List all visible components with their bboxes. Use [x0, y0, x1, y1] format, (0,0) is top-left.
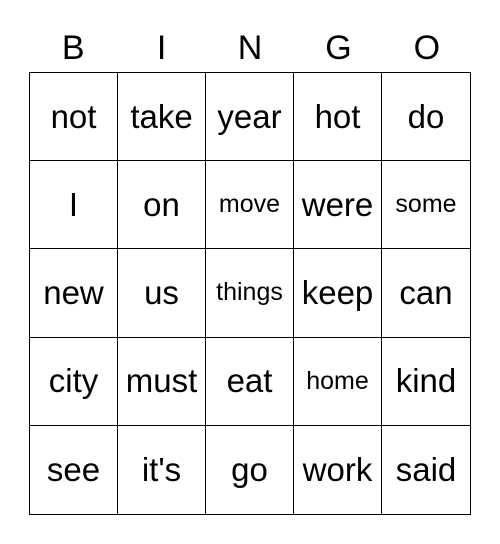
header-letter-i: I [156, 29, 167, 67]
bingo-cell[interactable]: things [206, 249, 294, 338]
bingo-cell[interactable]: work [294, 425, 382, 514]
bingo-cell[interactable]: city [30, 337, 118, 426]
bingo-cell[interactable]: us [118, 249, 206, 338]
bingo-cell[interactable]: were [294, 161, 382, 250]
bingo-cell[interactable]: must [118, 337, 206, 426]
header-letter-b: B [61, 29, 85, 67]
bingo-cell[interactable]: I [30, 161, 118, 250]
bingo-cell[interactable]: go [206, 425, 294, 514]
bingo-cell[interactable]: can [382, 249, 470, 338]
bingo-cell[interactable]: move [206, 161, 294, 250]
bingo-cell[interactable]: it's [118, 425, 206, 514]
bingo-cell[interactable]: take [118, 73, 206, 162]
bingo-cell[interactable]: on [118, 161, 206, 250]
bingo-cell[interactable]: year [206, 73, 294, 162]
bingo-grid: not take year hot do Ion move were some new us thin… [29, 72, 471, 515]
bingo-cell[interactable]: said [382, 426, 470, 514]
bingo-cell[interactable]: kind [382, 338, 470, 426]
bingo-cell[interactable]: new [30, 249, 118, 338]
bingo-cell[interactable]: keep [294, 249, 382, 338]
bingo-header: B I N G O [29, 28, 471, 68]
bingo-cell[interactable]: do [382, 73, 470, 162]
header-letter-o: O [413, 29, 441, 67]
bingo-cell[interactable]: see [30, 425, 118, 514]
bingo-cell[interactable]: not [30, 73, 118, 162]
header-letter-g: G [325, 29, 352, 67]
header-letter-n: N [237, 29, 263, 67]
bingo-cell[interactable]: home [294, 337, 382, 426]
bingo-cell[interactable]: hot [294, 73, 382, 162]
bingo-cell[interactable]: some [382, 161, 470, 250]
bingo-cell[interactable]: eat [206, 337, 294, 426]
